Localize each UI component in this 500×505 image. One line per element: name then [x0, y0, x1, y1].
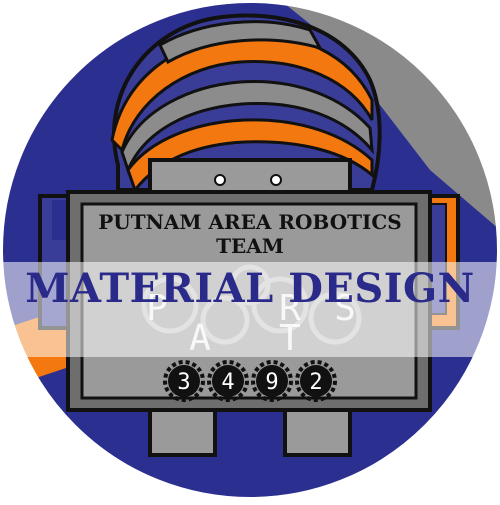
- team-number-digit: 2: [309, 370, 322, 395]
- team-number-digit: 9: [265, 370, 278, 395]
- robot-eye-right-icon: [270, 174, 282, 186]
- team-number-digit: 4: [221, 370, 234, 395]
- logo-svg: PUTNAM AREA ROBOTICS TEAM P A R T S MATE…: [1, 1, 499, 499]
- acronym-letter: T: [279, 318, 301, 359]
- acronym-letter: A: [189, 318, 211, 359]
- banner-title: MATERIAL DESIGN: [25, 265, 474, 312]
- team-logo: PUTNAM AREA ROBOTICS TEAM P A R T S MATE…: [0, 0, 500, 500]
- robot-eye-left-icon: [214, 174, 226, 186]
- team-name-line2: TEAM: [216, 234, 284, 258]
- team-number-digit: 3: [177, 370, 190, 395]
- team-name-line1: PUTNAM AREA ROBOTICS: [98, 210, 401, 234]
